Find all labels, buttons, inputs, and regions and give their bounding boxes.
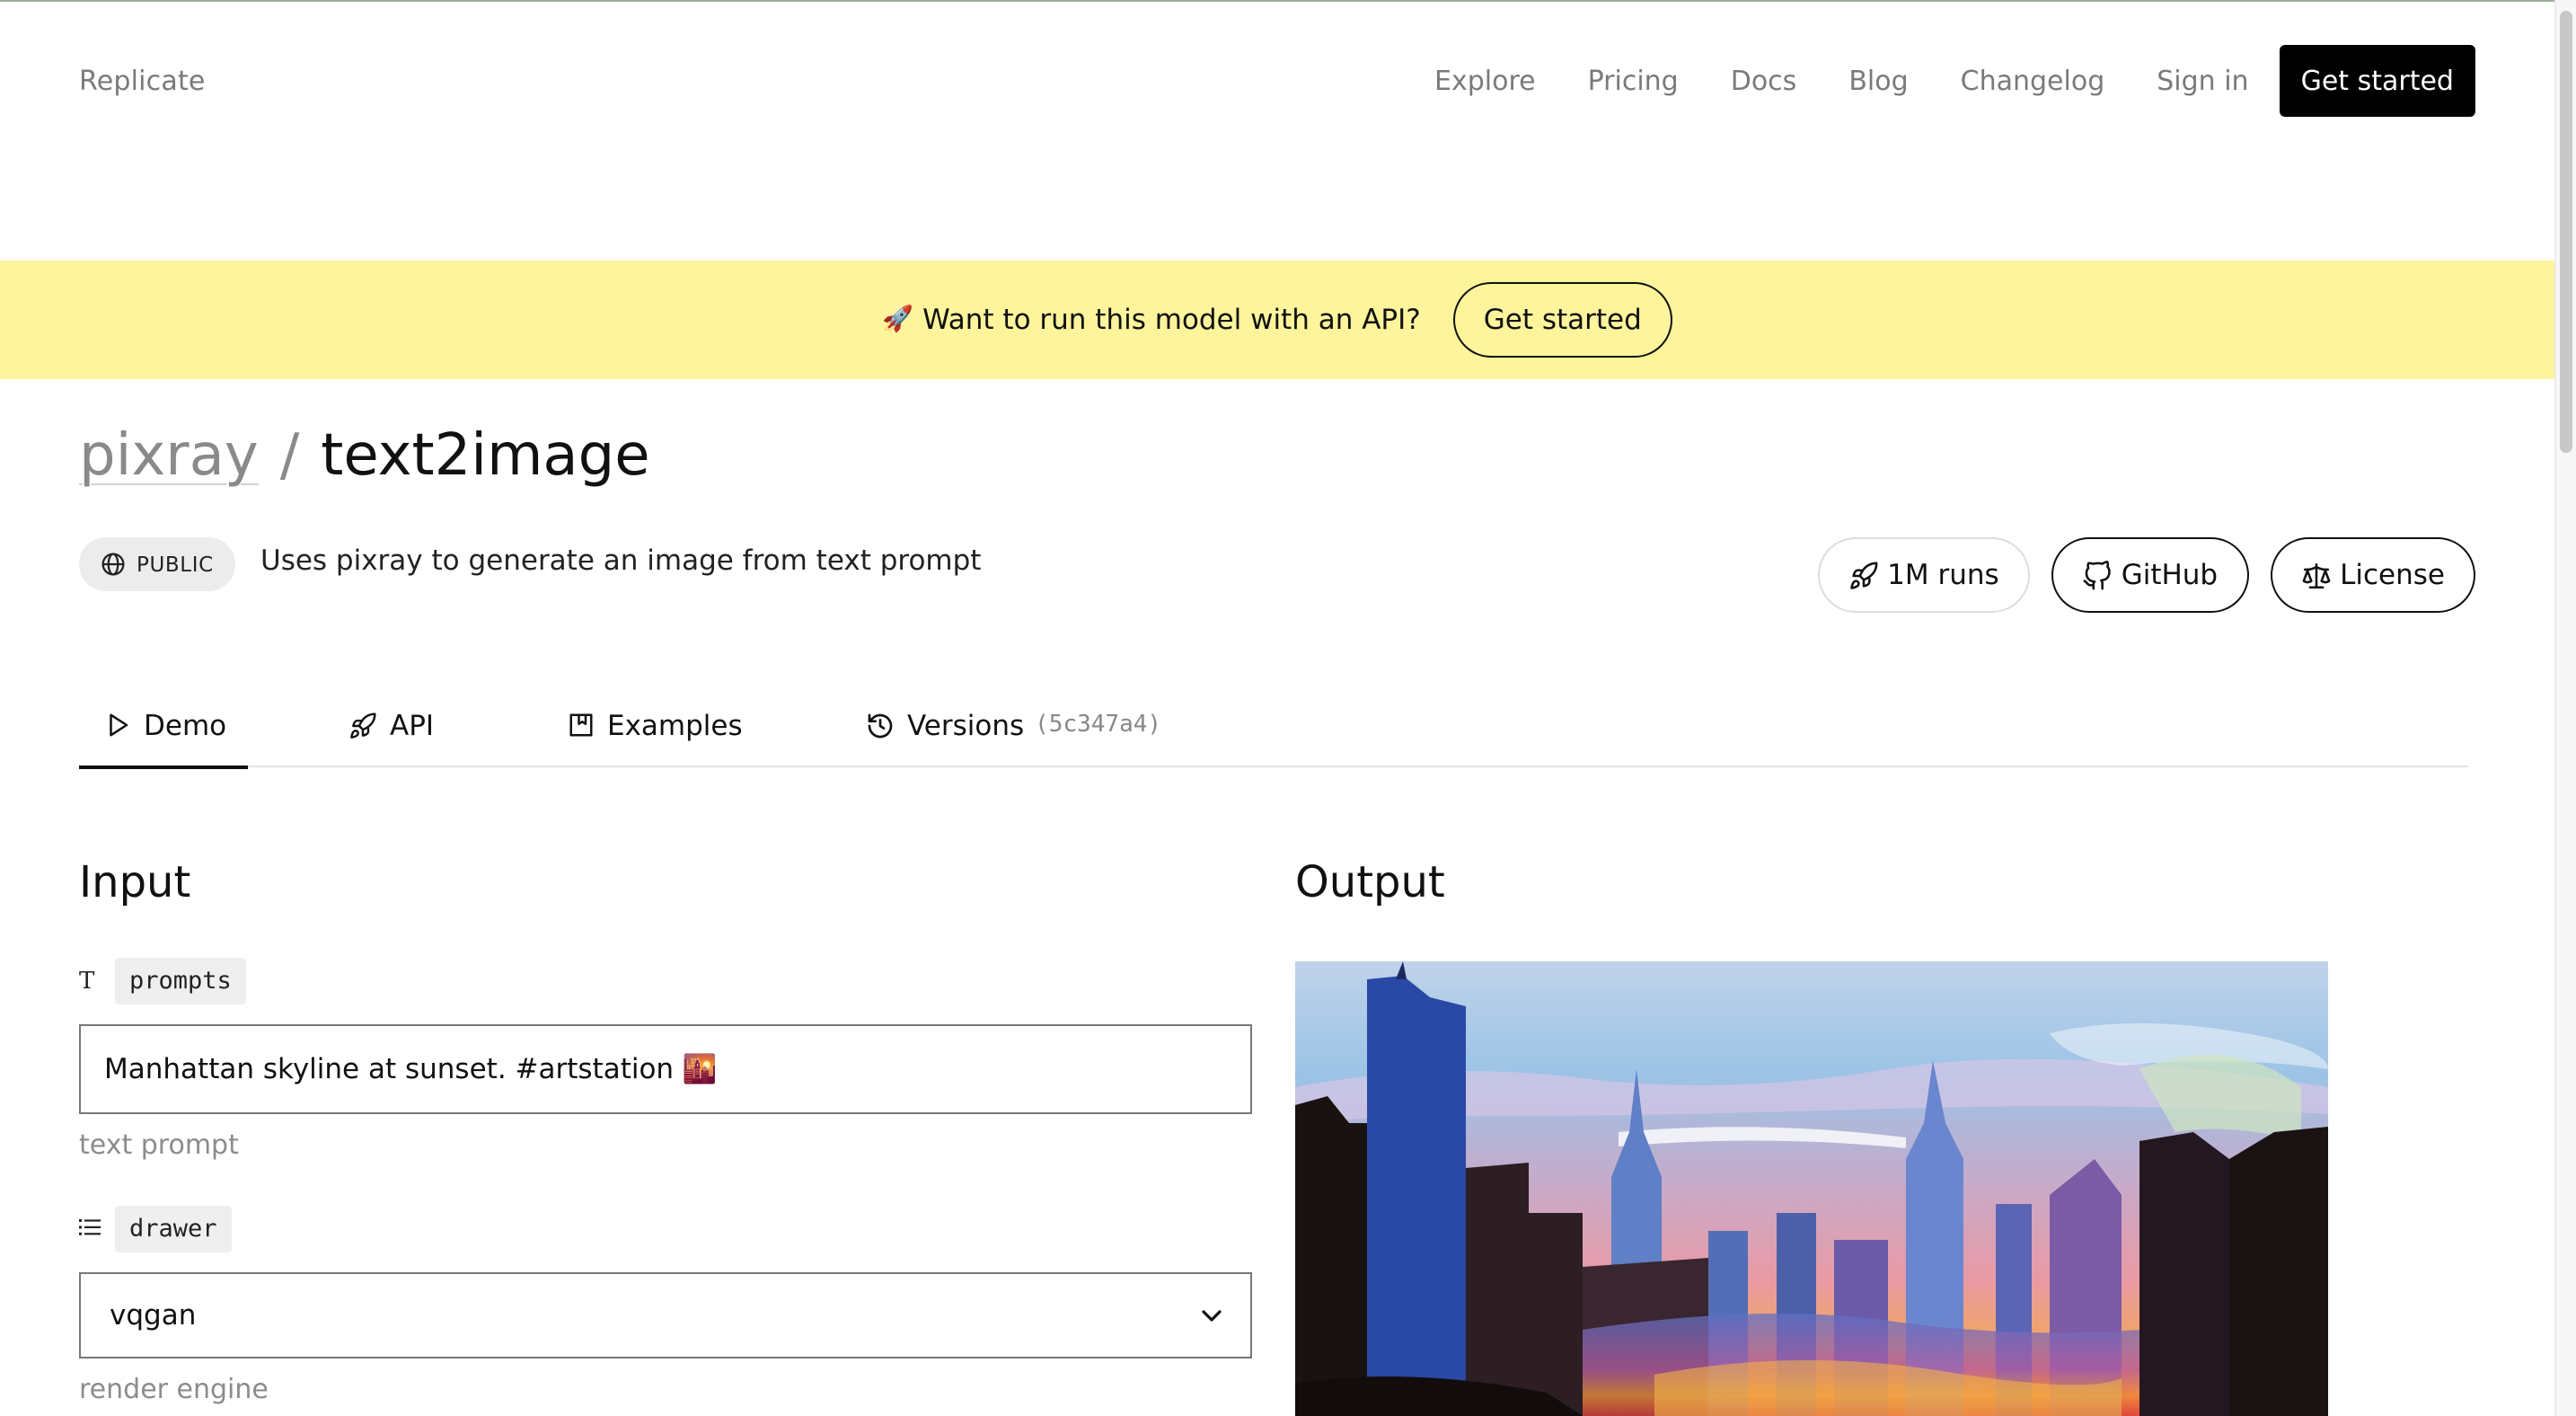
prompts-hint: text prompt <box>79 1128 239 1161</box>
tab-demo[interactable]: Demo <box>79 683 249 769</box>
top-border <box>0 0 2554 2</box>
banner-message: 🚀 Want to run this model with an API? <box>882 304 1421 336</box>
nav-explore[interactable]: Explore <box>1434 65 1536 97</box>
model-actions: 1M runs GitHub License <box>1795 537 2475 613</box>
page-title: pixray / text2image <box>79 420 650 489</box>
nav-changelog[interactable]: Changelog <box>1961 65 2105 97</box>
rocket-icon <box>350 712 376 738</box>
visibility-label: PUBLIC <box>137 552 214 577</box>
model-description: Uses pixray to generate an image from te… <box>260 544 982 577</box>
chevron-down-icon <box>1202 1309 1222 1321</box>
tab-examples-label: Examples <box>607 709 743 741</box>
drawer-hint: render engine <box>79 1373 269 1405</box>
github-label: GitHub <box>2121 559 2219 591</box>
model-owner-link[interactable]: pixray <box>79 420 259 489</box>
api-banner: 🚀 Want to run this model with an API? Ge… <box>0 261 2554 379</box>
drawer-value: vqgan <box>110 1299 197 1332</box>
visibility-badge: PUBLIC <box>79 537 235 591</box>
output-heading: Output <box>1295 857 1445 907</box>
prompts-name: prompts <box>115 958 246 1004</box>
brand-logo[interactable]: Replicate <box>79 65 206 97</box>
runs-label: 1M runs <box>1887 559 1999 591</box>
model-name: text2image <box>321 420 650 489</box>
scrollbar-thumb[interactable] <box>2560 11 2572 453</box>
license-label: License <box>2340 559 2445 591</box>
version-hash: (5c347a4) <box>1035 712 1162 739</box>
drawer-name: drawer <box>115 1206 232 1252</box>
tab-api-label: API <box>390 709 435 741</box>
tab-demo-label: Demo <box>144 709 227 741</box>
rocket-emoji-icon: 🚀 <box>882 305 914 334</box>
title-separator: / <box>279 420 300 489</box>
text-type-icon: T <box>79 968 95 995</box>
prompts-input[interactable]: Manhattan skyline at sunset. #artstation… <box>79 1024 1252 1114</box>
license-button[interactable]: License <box>2270 537 2475 613</box>
play-icon <box>110 713 128 737</box>
globe-icon <box>101 553 125 576</box>
output-image[interactable] <box>1295 961 2328 1416</box>
get-started-button[interactable]: Get started <box>2279 45 2475 117</box>
list-icon <box>79 1216 115 1243</box>
prompts-value: Manhattan skyline at sunset. #artstation… <box>104 1053 718 1085</box>
runs-button[interactable]: 1M runs <box>1817 537 2030 613</box>
prompts-label: T prompts <box>79 958 246 1004</box>
history-icon <box>868 712 893 738</box>
nav-blog[interactable]: Blog <box>1848 65 1908 97</box>
rocket-icon <box>1849 561 1877 589</box>
github-button[interactable]: GitHub <box>2051 537 2249 613</box>
banner-text: Want to run this model with an API? <box>922 304 1421 336</box>
input-heading: Input <box>79 857 191 907</box>
nav-pricing[interactable]: Pricing <box>1588 65 1679 97</box>
banner-get-started-button[interactable]: Get started <box>1452 282 1672 358</box>
top-nav: Explore Pricing Docs Blog Changelog Sign… <box>1434 45 2475 117</box>
tab-versions-label: Versions <box>907 709 1025 741</box>
drawer-label: drawer <box>79 1206 232 1252</box>
tab-examples[interactable]: Examples <box>568 683 743 767</box>
tab-versions[interactable]: Versions (5c347a4) <box>866 683 1161 767</box>
tab-api[interactable]: API <box>348 683 434 767</box>
nav-sign-in[interactable]: Sign in <box>2157 65 2248 97</box>
nav-docs[interactable]: Docs <box>1731 65 1797 97</box>
drawer-select[interactable]: vqgan <box>79 1272 1252 1358</box>
github-icon <box>2083 560 2111 589</box>
bookmark-icon <box>569 713 593 737</box>
scale-icon <box>2301 562 2330 589</box>
tab-bar: Demo API Examples Versions (5c347a4) <box>79 683 2468 769</box>
